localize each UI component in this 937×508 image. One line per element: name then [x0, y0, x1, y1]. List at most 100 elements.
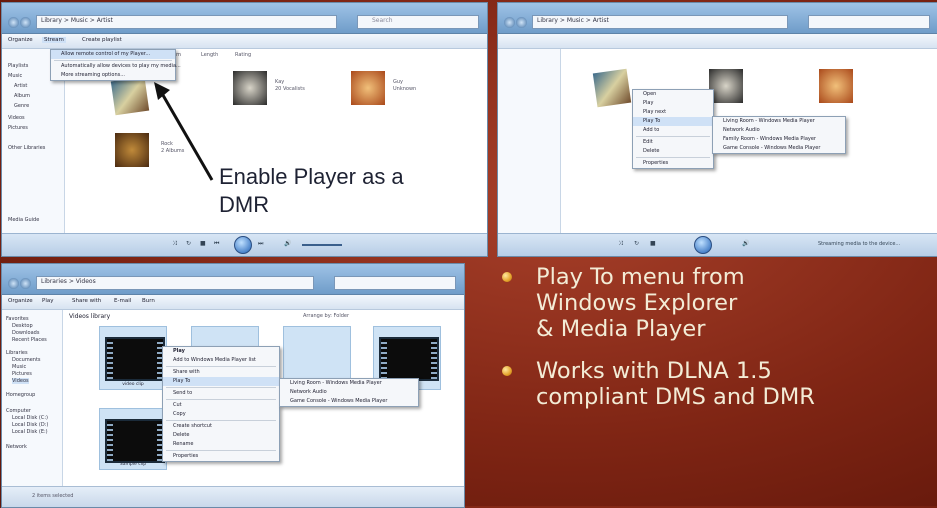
- nav-item-computer[interactable]: Computer: [6, 408, 31, 414]
- shuffle-icon[interactable]: ⤨: [172, 240, 177, 248]
- menu-item[interactable]: Play: [633, 99, 713, 108]
- organize-button[interactable]: Organize: [8, 298, 33, 304]
- play-to-target[interactable]: Living Room - Windows Media Player: [713, 117, 845, 126]
- back-button[interactable]: [504, 17, 515, 28]
- play-to-target[interactable]: Game Console - Windows Media Player: [713, 144, 845, 153]
- stop-icon[interactable]: ■: [650, 240, 656, 247]
- nav-item-downloads[interactable]: Downloads: [12, 330, 39, 336]
- menu-item[interactable]: Create shortcut: [163, 422, 279, 431]
- video-thumbnail[interactable]: Sample clip: [99, 408, 167, 470]
- play-to-target[interactable]: Family Room - Windows Media Player: [713, 135, 845, 144]
- nav-item-recent-places[interactable]: Recent Places: [12, 337, 47, 343]
- email-button[interactable]: E-mail: [114, 298, 131, 304]
- forward-button[interactable]: [516, 17, 527, 28]
- repeat-icon[interactable]: ↻: [634, 240, 639, 247]
- arrange-by[interactable]: Arrange by: Folder: [303, 313, 349, 320]
- nav-item-pictures[interactable]: Pictures: [8, 125, 28, 131]
- nav-item-videos[interactable]: Videos: [12, 378, 29, 384]
- nav-item-genre[interactable]: Genre: [14, 103, 29, 109]
- menu-item[interactable]: Properties: [633, 159, 713, 168]
- stop-icon[interactable]: ■: [200, 240, 206, 247]
- menu-item[interactable]: Delete: [163, 431, 279, 440]
- nav-item-local-disk-c[interactable]: Local Disk (C:): [12, 415, 48, 421]
- menu-item[interactable]: Delete: [633, 147, 713, 156]
- album-art[interactable]: [351, 71, 385, 105]
- nav-item-network[interactable]: Network: [6, 444, 27, 450]
- menu-item[interactable]: Copy: [163, 410, 279, 419]
- nav-item-playlists[interactable]: Playlists: [8, 63, 28, 69]
- previous-icon[interactable]: ⏮: [214, 240, 219, 248]
- address-bar[interactable]: Libraries > Videos: [36, 276, 314, 290]
- nav-item-other-libraries[interactable]: Other Libraries: [8, 145, 45, 151]
- nav-item-local-disk-e[interactable]: Local Disk (E:): [12, 429, 48, 435]
- menu-item-play-to[interactable]: Play To: [163, 377, 279, 386]
- shuffle-icon[interactable]: ⤨: [618, 240, 623, 248]
- nav-item-music[interactable]: Music: [12, 364, 26, 370]
- nav-item-local-disk-d[interactable]: Local Disk (D:): [12, 422, 48, 428]
- menu-item[interactable]: Rename: [163, 440, 279, 449]
- play-button[interactable]: Play: [42, 298, 53, 304]
- play-button[interactable]: [694, 236, 712, 254]
- menu-item[interactable]: Send to: [163, 389, 279, 398]
- menu-item[interactable]: Automatically allow devices to play my m…: [51, 62, 181, 71]
- column-rating[interactable]: Rating: [235, 52, 251, 58]
- menu-item[interactable]: Add to: [633, 126, 713, 135]
- menu-item[interactable]: Edit: [633, 138, 713, 147]
- nav-item-libraries[interactable]: Libraries: [6, 350, 28, 356]
- nav-item-documents[interactable]: Documents: [12, 357, 41, 363]
- play-button[interactable]: [234, 236, 252, 254]
- play-to-target[interactable]: Game Console - Windows Media Player: [280, 397, 418, 406]
- column-length[interactable]: Length: [201, 52, 218, 58]
- play-to-target[interactable]: Living Room - Windows Media Player: [280, 379, 418, 388]
- menu-item[interactable]: Add to Windows Media Player list: [163, 356, 279, 365]
- film-strip: [107, 421, 113, 461]
- nav-item-pictures[interactable]: Pictures: [12, 371, 32, 377]
- album-art[interactable]: [233, 71, 267, 105]
- forward-button[interactable]: [20, 278, 31, 289]
- album-art[interactable]: [110, 76, 150, 116]
- album-art[interactable]: [592, 68, 632, 108]
- burn-button[interactable]: Burn: [142, 298, 155, 304]
- menu-item[interactable]: Share with: [163, 368, 279, 377]
- album-art[interactable]: [819, 69, 853, 103]
- nav-item-homegroup[interactable]: Homegroup: [6, 392, 35, 398]
- volume-slider[interactable]: [302, 244, 342, 246]
- nav-item-media-guide[interactable]: Media Guide: [8, 217, 39, 223]
- menu-item[interactable]: Play: [163, 347, 279, 356]
- album-art[interactable]: [115, 133, 149, 167]
- video-thumbnail[interactable]: video clip: [99, 326, 167, 390]
- back-button[interactable]: [8, 17, 19, 28]
- stream-button[interactable]: Stream: [42, 37, 66, 43]
- address-bar[interactable]: Library > Music > Artist: [532, 15, 788, 29]
- menu-item[interactable]: Properties: [163, 452, 279, 461]
- album-art[interactable]: [709, 69, 743, 103]
- share-with-button[interactable]: Share with: [72, 298, 101, 304]
- nav-item-desktop[interactable]: Desktop: [12, 323, 33, 329]
- menu-item[interactable]: Play next: [633, 108, 713, 117]
- address-bar[interactable]: Library > Music > Artist: [36, 15, 337, 29]
- nav-item-album[interactable]: Album: [14, 93, 30, 99]
- forward-button[interactable]: [20, 17, 31, 28]
- organize-button[interactable]: Organize: [8, 37, 33, 43]
- next-icon[interactable]: ⏭: [258, 240, 263, 248]
- menu-item[interactable]: Cut: [163, 401, 279, 410]
- volume-icon[interactable]: 🔊: [742, 240, 749, 247]
- nav-item-music[interactable]: Music: [8, 73, 22, 79]
- menu-item[interactable]: Allow remote control of my Player...: [51, 50, 175, 59]
- nav-item-videos[interactable]: Videos: [8, 115, 25, 121]
- play-to-target[interactable]: Network Audio: [280, 388, 418, 397]
- create-playlist-button[interactable]: Create playlist: [82, 37, 122, 43]
- play-to-target[interactable]: Network Audio: [713, 126, 845, 135]
- menu-item[interactable]: More streaming options...: [51, 71, 175, 80]
- nav-item-favorites[interactable]: Favorites: [6, 316, 29, 322]
- search-input[interactable]: Search: [357, 15, 479, 29]
- menu-item[interactable]: Open: [633, 90, 713, 99]
- search-input[interactable]: [334, 276, 456, 290]
- search-input[interactable]: [808, 15, 930, 29]
- album-subtitle: Unknown: [393, 86, 417, 92]
- back-button[interactable]: [8, 278, 19, 289]
- volume-icon[interactable]: 🔊: [284, 240, 291, 247]
- menu-item-play-to[interactable]: Play To: [633, 117, 713, 126]
- nav-item-artist[interactable]: Artist: [14, 83, 27, 89]
- repeat-icon[interactable]: ↻: [186, 240, 191, 247]
